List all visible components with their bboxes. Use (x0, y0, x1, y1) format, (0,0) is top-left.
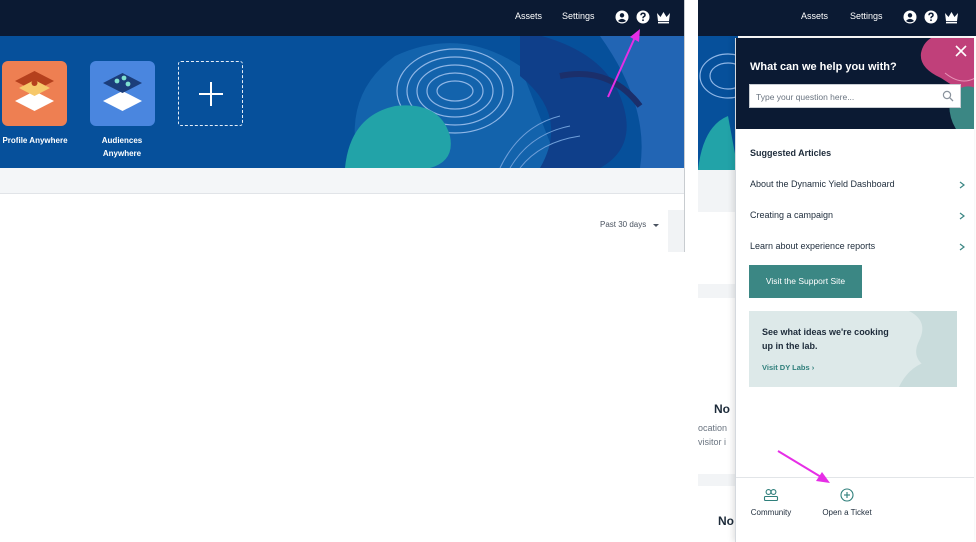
sub-header-band (0, 168, 684, 194)
help-panel-window: Assets Settings No ocation visitor i No (698, 0, 976, 542)
hero-banner-fragment (698, 36, 738, 170)
background-heading-fragment: No (718, 514, 734, 528)
date-range-dropdown[interactable]: Past 30 days (600, 220, 646, 229)
background-text-fragment: visitor i (698, 437, 727, 447)
chevron-down-icon[interactable] (653, 224, 659, 227)
suggested-articles-heading: Suggested Articles (750, 148, 832, 158)
open-ticket-button[interactable]: Open a Ticket (816, 488, 878, 517)
user-circle-icon[interactable] (903, 10, 917, 24)
chevron-right-icon (959, 243, 965, 251)
close-icon[interactable] (954, 44, 968, 58)
decorative-banner-art (698, 53, 738, 170)
add-circle-icon (840, 488, 854, 502)
audiences-anywhere-label-line2: Anywhere (102, 149, 142, 158)
chevron-right-icon (959, 181, 965, 189)
crown-icon[interactable] (944, 10, 959, 24)
article-link-dashboard[interactable]: About the Dynamic Yield Dashboard (750, 179, 965, 195)
dy-labs-text: See what ideas we're cooking up in the l… (762, 327, 889, 351)
article-link-reports[interactable]: Learn about experience reports (750, 241, 965, 257)
annotation-arrow-ticket (777, 450, 830, 483)
help-circle-icon[interactable] (636, 10, 650, 24)
help-panel-footer: Community Open a Ticket (736, 477, 974, 542)
user-circle-icon[interactable] (615, 10, 629, 24)
crown-icon[interactable] (656, 10, 671, 24)
annotation-arrow-help (607, 29, 640, 98)
nav-settings-link-right[interactable]: Settings (850, 11, 883, 21)
visit-support-site-button[interactable]: Visit the Support Site (749, 265, 862, 298)
dy-labs-card: See what ideas we're cooking up in the l… (749, 311, 957, 387)
background-text-fragment: ocation (698, 423, 728, 433)
visit-dy-labs-link[interactable]: Visit DY Labs › (762, 363, 814, 372)
top-nav-bar: Assets Settings (0, 0, 684, 36)
dashboard-window: Assets Settings Profile Anywhere Audienc… (0, 0, 685, 252)
audiences-anywhere-icon (103, 73, 142, 111)
add-tile-button[interactable] (178, 61, 243, 126)
help-search-box[interactable] (749, 84, 961, 108)
help-circle-icon[interactable] (924, 10, 938, 24)
help-panel: What can we help you with? Suggested Art… (735, 38, 974, 542)
article-link-campaign[interactable]: Creating a campaign (750, 210, 965, 226)
help-search-input[interactable] (756, 89, 936, 104)
chevron-right-icon (959, 212, 965, 220)
open-ticket-label: Open a Ticket (822, 508, 872, 517)
top-nav-bar-right: Assets Settings (698, 0, 976, 36)
background-heading-fragment: No (714, 402, 730, 416)
help-panel-title: What can we help you with? (750, 61, 897, 73)
community-button[interactable]: Community (746, 488, 796, 517)
community-icon (763, 489, 779, 502)
profile-anywhere-icon (15, 71, 54, 111)
community-label: Community (750, 508, 792, 517)
nav-assets-link-right[interactable]: Assets (801, 11, 828, 21)
nav-settings-link[interactable]: Settings (562, 11, 595, 21)
audiences-anywhere-tile[interactable] (90, 61, 155, 126)
audiences-anywhere-label-line1: Audiences (101, 136, 143, 145)
nav-assets-link[interactable]: Assets (515, 11, 542, 21)
search-icon[interactable] (942, 90, 954, 102)
content-gutter (668, 210, 684, 252)
hero-banner: Profile Anywhere Audiences Anywhere (0, 36, 684, 168)
report-card (0, 210, 668, 252)
profile-anywhere-tile[interactable] (2, 61, 67, 126)
help-panel-header: What can we help you with? (736, 38, 974, 129)
profile-anywhere-label: Profile Anywhere (2, 136, 68, 145)
